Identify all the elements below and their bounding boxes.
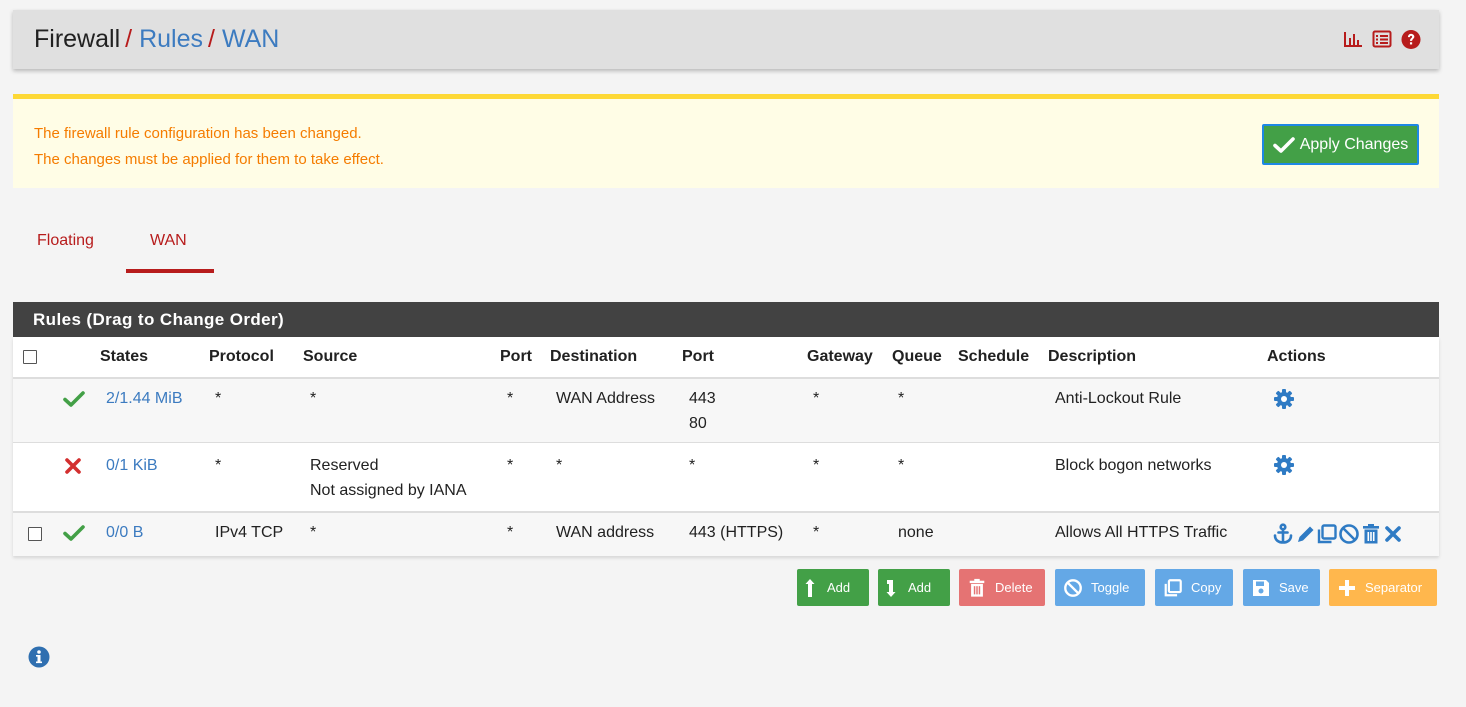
anchor-icon[interactable] bbox=[1272, 523, 1294, 545]
protocol-cell: IPv4 TCP bbox=[215, 524, 284, 541]
list-icon[interactable] bbox=[1372, 29, 1392, 49]
queue-cell: * bbox=[898, 390, 905, 407]
block-x-icon bbox=[64, 457, 82, 475]
source-cell: * bbox=[310, 524, 317, 541]
toggle-button[interactable]: Toggle bbox=[1055, 569, 1145, 606]
states-link[interactable]: 2/1.44 MiB bbox=[106, 390, 182, 408]
delete-x-icon[interactable] bbox=[1382, 523, 1404, 545]
states-link[interactable]: 0/1 KiB bbox=[106, 457, 158, 475]
source-cell: Reserved bbox=[310, 457, 379, 474]
trash-icon[interactable] bbox=[1360, 523, 1382, 545]
save-label: Save bbox=[1279, 580, 1309, 595]
column-header-source[interactable]: Source bbox=[303, 348, 357, 366]
info-icon[interactable] bbox=[28, 646, 50, 668]
copy-label: Copy bbox=[1191, 580, 1222, 595]
destination-cell: * bbox=[556, 457, 563, 474]
states-link[interactable]: 0/0 B bbox=[106, 524, 143, 542]
copy-icon bbox=[1164, 578, 1182, 596]
destination-port-cell: 443 (HTTPS) bbox=[689, 524, 784, 541]
plus-icon bbox=[1339, 579, 1355, 596]
destination-port-cell: * bbox=[689, 457, 696, 474]
alert-message-line2: The changes must be applied for them to … bbox=[34, 151, 384, 168]
active-tab-indicator bbox=[126, 269, 214, 273]
ban-icon bbox=[1064, 578, 1082, 597]
add-bottom-button[interactable]: Add bbox=[878, 569, 950, 606]
row-divider bbox=[13, 442, 1439, 443]
separator-label: Separator bbox=[1365, 580, 1423, 595]
breadcrumb-separator: / bbox=[125, 25, 133, 53]
breadcrumb: Firewall / Rules / WAN bbox=[13, 10, 1439, 69]
breadcrumb-firewall: Firewall bbox=[34, 25, 121, 53]
pass-checkmark-icon bbox=[63, 390, 85, 408]
column-header-actions: Actions bbox=[1267, 348, 1326, 365]
column-header-states[interactable]: States bbox=[100, 348, 148, 366]
column-header-description[interactable]: Description bbox=[1048, 348, 1136, 366]
source-port-cell: * bbox=[507, 390, 514, 407]
destination-cell: WAN Address bbox=[556, 390, 655, 407]
delete-button[interactable]: Delete bbox=[959, 569, 1045, 606]
add-bottom-label: Add bbox=[908, 580, 932, 595]
alert-message-line1: The firewall rule configuration has been… bbox=[34, 125, 362, 142]
destination-port-cell: 443 bbox=[689, 390, 716, 407]
add-top-label: Add bbox=[827, 580, 851, 595]
copy-icon[interactable] bbox=[1316, 523, 1338, 545]
toggle-label: Toggle bbox=[1091, 580, 1130, 595]
source-port-cell: * bbox=[507, 524, 514, 541]
delete-label: Delete bbox=[995, 580, 1033, 595]
protocol-cell: * bbox=[215, 457, 222, 474]
chart-icon[interactable] bbox=[1343, 29, 1363, 49]
row-select-checkbox[interactable] bbox=[28, 527, 42, 541]
source-port-cell: * bbox=[507, 457, 514, 474]
separator-button[interactable]: Separator bbox=[1329, 569, 1437, 606]
destination-cell: WAN address bbox=[556, 524, 655, 541]
gateway-cell: * bbox=[813, 390, 820, 407]
save-button[interactable]: Save bbox=[1243, 569, 1320, 606]
disable-icon[interactable] bbox=[1338, 523, 1360, 545]
destination-port-cell-line2: 80 bbox=[689, 415, 707, 432]
source-cell-line2: Not assigned by IANA bbox=[310, 482, 467, 499]
description-cell: Allows All HTTPS Traffic bbox=[1055, 524, 1228, 541]
breadcrumb-rules-link[interactable]: Rules bbox=[139, 25, 203, 54]
pass-checkmark-icon bbox=[63, 524, 85, 542]
tab-wan[interactable]: WAN bbox=[150, 232, 187, 250]
column-header-destination-port[interactable]: Port bbox=[682, 348, 714, 366]
table-header-divider bbox=[13, 377, 1439, 379]
row-divider bbox=[13, 511, 1439, 513]
trash-icon bbox=[969, 578, 985, 597]
tab-floating[interactable]: Floating bbox=[37, 232, 94, 250]
apply-changes-label: Apply Changes bbox=[1299, 135, 1409, 153]
description-cell: Block bogon networks bbox=[1055, 457, 1212, 474]
source-cell: * bbox=[310, 390, 317, 407]
pencil-icon[interactable] bbox=[1295, 523, 1317, 545]
column-header-destination[interactable]: Destination bbox=[550, 348, 637, 366]
gateway-cell: * bbox=[813, 524, 820, 541]
column-header-schedule[interactable]: Schedule bbox=[958, 348, 1029, 366]
select-all-checkbox[interactable] bbox=[23, 350, 37, 364]
rules-panel-title: Rules (Drag to Change Order) bbox=[13, 302, 1439, 337]
help-icon[interactable] bbox=[1401, 29, 1421, 49]
queue-cell: none bbox=[898, 524, 934, 541]
gateway-cell: * bbox=[813, 457, 820, 474]
save-icon bbox=[1253, 579, 1269, 596]
rule-row-bg bbox=[13, 379, 1439, 442]
column-header-queue[interactable]: Queue bbox=[892, 348, 942, 366]
column-header-gateway[interactable]: Gateway bbox=[807, 348, 873, 366]
gear-icon[interactable] bbox=[1273, 388, 1295, 410]
queue-cell: * bbox=[898, 457, 905, 474]
description-cell: Anti-Lockout Rule bbox=[1055, 390, 1182, 407]
copy-button[interactable]: Copy bbox=[1155, 569, 1233, 606]
breadcrumb-wan-link[interactable]: WAN bbox=[222, 25, 279, 54]
column-header-protocol[interactable]: Protocol bbox=[209, 348, 274, 366]
apply-changes-button[interactable]: Apply Changes bbox=[1262, 124, 1419, 165]
changes-alert: The firewall rule configuration has been… bbox=[13, 94, 1439, 188]
header-icon-group bbox=[1343, 29, 1421, 49]
column-header-source-port[interactable]: Port bbox=[500, 348, 532, 366]
breadcrumb-separator: / bbox=[208, 25, 215, 53]
protocol-cell: * bbox=[215, 390, 222, 407]
arrow-up-icon bbox=[805, 578, 815, 597]
arrow-down-icon bbox=[886, 579, 896, 597]
gear-icon[interactable] bbox=[1273, 454, 1295, 476]
checkmark-icon bbox=[1272, 136, 1295, 153]
add-top-button[interactable]: Add bbox=[797, 569, 869, 606]
